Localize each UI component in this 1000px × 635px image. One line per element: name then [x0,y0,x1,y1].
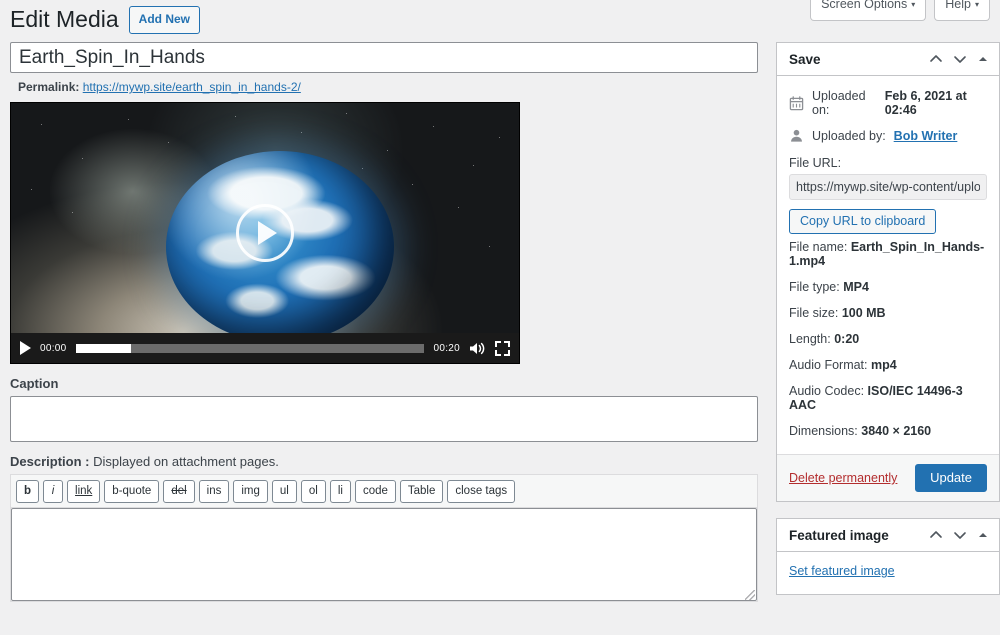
permalink-label: Permalink: [18,80,80,94]
save-panel: Save Uploaded on: Feb 6, 2021 at 02:46 U… [776,42,1000,502]
main-column: Permalink: https://mywp.site/earth_spin_… [10,42,758,603]
file-name-label: File name: [789,240,848,254]
audio-format-label: Audio Format: [789,358,868,372]
update-button[interactable]: Update [915,464,987,492]
uploaded-by-label: Uploaded by: [812,128,886,143]
audio-codec-row: Audio Codec: ISO/IEC 14496-3 AAC [789,378,987,418]
move-down-icon[interactable] [953,52,967,66]
audio-format-value: mp4 [871,358,897,372]
toggle-panel-icon[interactable] [977,529,989,541]
file-type-row: File type: MP4 [789,274,987,300]
file-size-value: 100 MB [841,306,886,320]
screen-options-label: Screen Options [821,0,908,11]
chevron-down-icon: ▾ [911,0,916,9]
featured-image-header: Featured image [777,519,999,552]
dimensions-value: 3840 × 2160 [861,424,932,438]
quicktag-link[interactable]: link [67,480,101,504]
permalink-row: Permalink: https://mywp.site/earth_spin_… [10,73,758,102]
move-up-icon[interactable] [929,52,943,66]
caption-input[interactable] [10,396,758,442]
calendar-icon [789,95,804,111]
quicktags-toolbar: b i link b-quote del ins img ul ol li co… [11,475,757,509]
save-panel-footer: Delete permanently Update [777,454,999,501]
page-title: Edit Media [10,6,119,33]
quicktag-del[interactable]: del [163,480,195,504]
quicktag-b[interactable]: b [16,480,40,504]
quicktag-img[interactable]: img [233,480,268,504]
audio-codec-label: Audio Codec: [789,384,865,398]
description-label: Description : Displayed on attachment pa… [10,442,758,474]
caption-label: Caption [10,376,59,391]
play-icon[interactable] [20,341,31,355]
help-label: Help [945,0,971,11]
quicktag-li[interactable]: li [329,480,351,504]
description-editor: b i link b-quote del ins img ul ol li co… [10,474,758,603]
file-size-label: File size: [789,306,839,320]
audio-format-row: Audio Format: mp4 [789,352,987,378]
file-url-label: File URL: [789,156,842,170]
user-icon [789,128,804,143]
uploaded-on-value: Feb 6, 2021 at 02:46 [884,89,967,117]
progress-buffered [75,343,132,353]
dimensions-label: Dimensions: [789,424,858,438]
uploaded-by-link[interactable]: Bob Writer [894,129,958,143]
play-overlay-button[interactable] [236,204,294,262]
dimensions-row: Dimensions: 3840 × 2160 [789,418,987,444]
quicktag-table[interactable]: Table [399,480,444,504]
screen-options-button[interactable]: Screen Options ▾ [810,0,927,21]
featured-image-body: Set featured image [777,552,999,594]
file-name-row: File name: Earth_Spin_In_Hands-1.mp4 [789,234,987,274]
length-label: Length: [789,332,831,346]
length-value: 0:20 [834,332,860,346]
uploaded-on-label: Uploaded on: [812,89,866,117]
chevron-down-icon: ▾ [974,0,979,9]
quicktag-ol[interactable]: ol [300,480,326,504]
volume-icon[interactable] [469,341,486,356]
quicktag-code[interactable]: code [354,480,396,504]
uploaded-by-row: Uploaded by: Bob Writer [789,124,987,150]
description-input[interactable] [11,508,757,602]
featured-image-panel: Featured image Set featured image [776,518,1000,595]
quicktag-close-tags[interactable]: close tags [447,480,516,504]
copy-url-button[interactable]: Copy URL to clipboard [789,209,937,234]
current-time-label: 00:00 [40,342,67,354]
description-label-text: Description : [10,454,90,469]
file-url-input[interactable] [789,174,987,200]
permalink-link[interactable]: https://mywp.site/earth_spin_in_hands-2/ [83,80,301,94]
sidebar-column: Save Uploaded on: Feb 6, 2021 at 02:46 U… [776,42,1000,611]
set-featured-image-link[interactable]: Set featured image [789,561,895,584]
move-up-icon[interactable] [929,528,943,542]
move-down-icon[interactable] [953,528,967,542]
screen-meta-links: Screen Options ▾ Help ▾ [810,0,990,21]
file-type-value: MP4 [843,280,869,294]
featured-image-title: Featured image [789,527,889,543]
delete-permanently-link[interactable]: Delete permanently [789,471,897,485]
save-panel-header: Save [777,43,999,76]
file-type-label: File type: [789,280,840,294]
quicktag-i[interactable]: i [43,480,64,504]
uploaded-on-row: Uploaded on: Feb 6, 2021 at 02:46 [789,85,987,124]
help-button[interactable]: Help ▾ [934,0,990,21]
quicktag-b-quote[interactable]: b-quote [104,480,160,504]
file-size-row: File size: 100 MB [789,300,987,326]
length-row: Length: 0:20 [789,326,987,352]
save-panel-title: Save [789,51,821,67]
add-new-button[interactable]: Add New [128,5,201,35]
fullscreen-icon[interactable] [495,340,510,356]
save-panel-body: Uploaded on: Feb 6, 2021 at 02:46 Upload… [777,76,999,454]
progress-slider[interactable] [75,343,425,353]
duration-label: 00:20 [433,342,460,354]
quicktag-ins[interactable]: ins [198,480,230,504]
toggle-panel-icon[interactable] [977,53,989,65]
media-title-input[interactable] [10,42,758,73]
description-hint: Displayed on attachment pages. [93,454,279,469]
video-player[interactable]: 00:00 00:20 [10,102,520,364]
quicktag-ul[interactable]: ul [271,480,297,504]
video-controls-bar: 00:00 00:20 [11,333,519,363]
